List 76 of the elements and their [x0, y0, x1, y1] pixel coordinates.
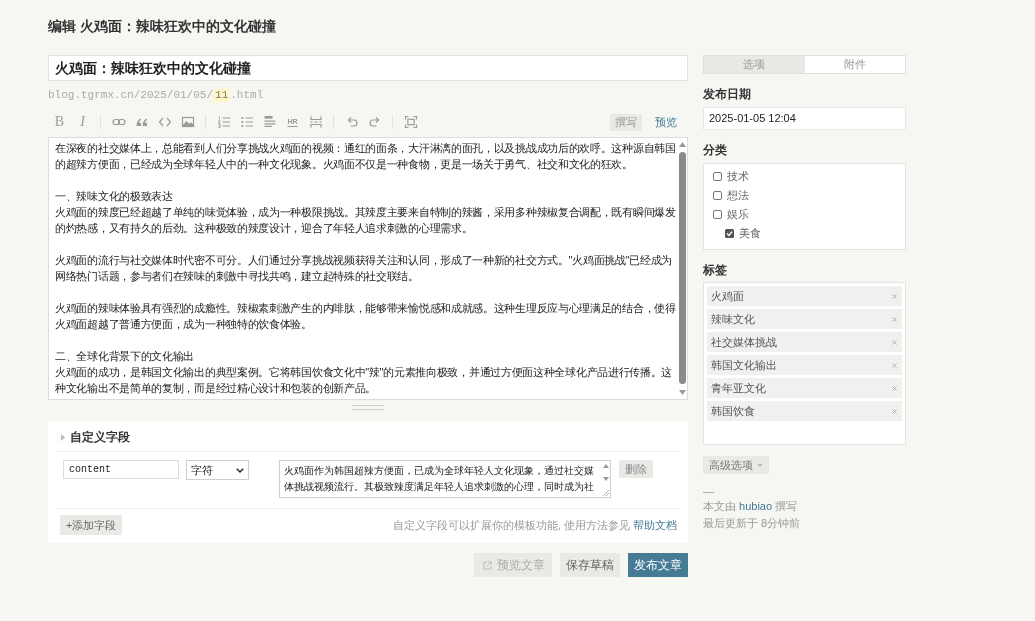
close-icon[interactable]: [892, 293, 897, 299]
tag-label: 韩国文化输出: [711, 357, 777, 373]
heading-icon: [262, 115, 277, 129]
image-icon: [180, 115, 195, 129]
italic-button[interactable]: I: [71, 112, 94, 132]
publish-button[interactable]: 发布文章: [628, 553, 688, 577]
tag-label: 社交媒体挑战: [711, 334, 777, 350]
external-link-icon: [483, 560, 492, 570]
field-label: 分类: [703, 143, 728, 157]
scroll-down-icon: [678, 390, 686, 395]
category-label: 娱乐: [727, 207, 749, 222]
scroll-up-icon: [603, 464, 609, 468]
page-heading: 编辑 火鸡面：辣味狂欢中的文化碰撞: [48, 18, 276, 36]
last-updated-text: 最后更新于 8分钟前: [703, 516, 802, 531]
category-label: 想法: [727, 188, 749, 203]
tag-label: 火鸡面: [711, 288, 744, 304]
slug-field[interactable]: 11: [213, 89, 231, 102]
article-paragraph: 在深夜的社交媒体上，总能看到人们分享挑战火鸡面的视频：通红的面条，大汗淋漓的面孔，以及挑战成功后的欢呼。这种源自韩国的超辣方便面，已经成为全球年轻人中的一种文化现象。火鸡面不仅是一种食物，更是一场关于勇气、社交和文化的狂欢。: [55, 141, 677, 172]
field-name-input[interactable]: content: [63, 460, 179, 479]
numbered-list-icon: [216, 115, 231, 129]
save-draft-button[interactable]: 保存草稿: [560, 553, 620, 577]
checkbox[interactable]: [713, 210, 722, 219]
add-field-button[interactable]: +添加字段: [60, 515, 123, 535]
permalink-text: blog.tgrmx.cn/2025/01/05/: [48, 89, 214, 102]
caret-right-icon: [61, 433, 65, 441]
author-note: 本文由 hubiao 撰写: [703, 499, 799, 514]
separator-dash: —: [703, 485, 715, 497]
bullet-list-icon: [239, 115, 254, 129]
chevron-down-icon: [236, 467, 244, 473]
close-icon[interactable]: [892, 408, 897, 414]
code-icon: [157, 115, 172, 129]
section-title: 自定义字段: [70, 430, 130, 444]
title-input[interactable]: 火鸡面：辣味狂欢中的文化碰撞: [48, 55, 688, 81]
field-label: 标签: [703, 263, 728, 277]
article-paragraph: 火鸡面的流行与社交媒体时代密不可分。人们通过分享挑战视频获得关注和认同，形成了一种新的社交方式。"火鸡面挑战"已经成为网络热门话题，参与者们在辣味的刺激中寻找共鸣，建立起特殊的社交联结。: [55, 253, 674, 284]
article-paragraph: 火鸡面的成功，是韩国文化输出的典型案例。它将韩国饮食文化中"辣"的元素推向极致，并通过方便面这种全球化产品进行传播。这种文化输出不是简单的复制，而是经过精心设计和包装的创新产品。: [55, 365, 674, 396]
tag-label: 韩国饮食: [711, 403, 755, 419]
tag-label: 辣味文化: [711, 311, 755, 327]
page-break-icon: [308, 115, 323, 129]
article-paragraph: 火鸡面的辣度已经超越了单纯的味觉体验，成为一种极限挑战。其辣度主要来自特制的辣酱，采用多种辣椒复合调配，既有瞬间爆发的灼热感，又有持久的后劲。这种极致的辣度设计，迎合了年轻人追求刺激的心理需求。: [55, 205, 677, 236]
article-paragraph: 火鸡面的辣味体验具有强烈的成瘾性。辣椒素刺激产生的内啡肽，能够带来愉悦感和成就感。这种生理反应与心理满足的结合，使得火鸡面超越了普通方便面，成为一种独特的饮食体验。: [55, 301, 677, 332]
advanced-options-button[interactable]: 高级选项: [703, 456, 769, 474]
close-icon[interactable]: [892, 339, 897, 345]
checkbox[interactable]: [713, 191, 722, 200]
delete-button[interactable]: 删除: [619, 460, 653, 478]
field-label: 发布日期: [703, 87, 752, 101]
category-label: 技术: [727, 169, 749, 184]
close-icon[interactable]: [892, 385, 897, 391]
field-value-text: 火鸡面作为韩国超辣方便面，已成为全球年轻人文化现象，通过社交媒体挑战视频流行。其极致辣度满足年轻人追求刺激的心理，同时成为社: [283, 464, 595, 494]
bold-button[interactable]: B: [48, 112, 71, 132]
checkbox[interactable]: [713, 172, 722, 181]
close-icon[interactable]: [892, 362, 897, 368]
scroll-up-icon: [678, 142, 686, 147]
sidebar-tab[interactable]: 选项: [704, 56, 805, 73]
caret-down-icon: [757, 463, 763, 467]
date-input[interactable]: 2025-01-05 12:04: [703, 107, 906, 130]
help-text: 自定义字段可以扩展你的模板功能, 使用方法参见 帮助文档: [392, 517, 677, 533]
editor-mode-tab[interactable]: 撰写: [610, 113, 642, 131]
content-textarea[interactable]: [48, 137, 688, 400]
author-link[interactable]: hubiao: [739, 500, 773, 512]
resize-grip-icon: [603, 490, 609, 496]
article-heading: 一、辣味文化的极致表达: [55, 189, 174, 204]
field-type-select[interactable]: 字符: [186, 460, 249, 480]
close-icon[interactable]: [892, 316, 897, 322]
field-value-textarea[interactable]: 火鸡面作为韩国超辣方便面，已成为全球年轻人文化现象，通过社交媒体挑战视频流行。其极致辣度满足年轻人追求刺激的心理，同时成为社: [279, 460, 611, 498]
fullscreen-icon: [403, 115, 418, 129]
resize-handle[interactable]: [352, 404, 384, 410]
tag-label: 青年亚文化: [711, 380, 766, 396]
editor-mode-tab[interactable]: 预览: [650, 113, 682, 131]
help-link[interactable]: 帮助文档: [633, 518, 677, 531]
scroll-down-icon: [603, 477, 609, 481]
redo-icon: [367, 115, 382, 129]
permalink-text: .html: [230, 89, 264, 102]
scrollbar-thumb[interactable]: [678, 152, 686, 384]
category-label: 美食: [739, 226, 761, 241]
article-heading: 二、全球化背景下的文化输出: [55, 349, 196, 364]
